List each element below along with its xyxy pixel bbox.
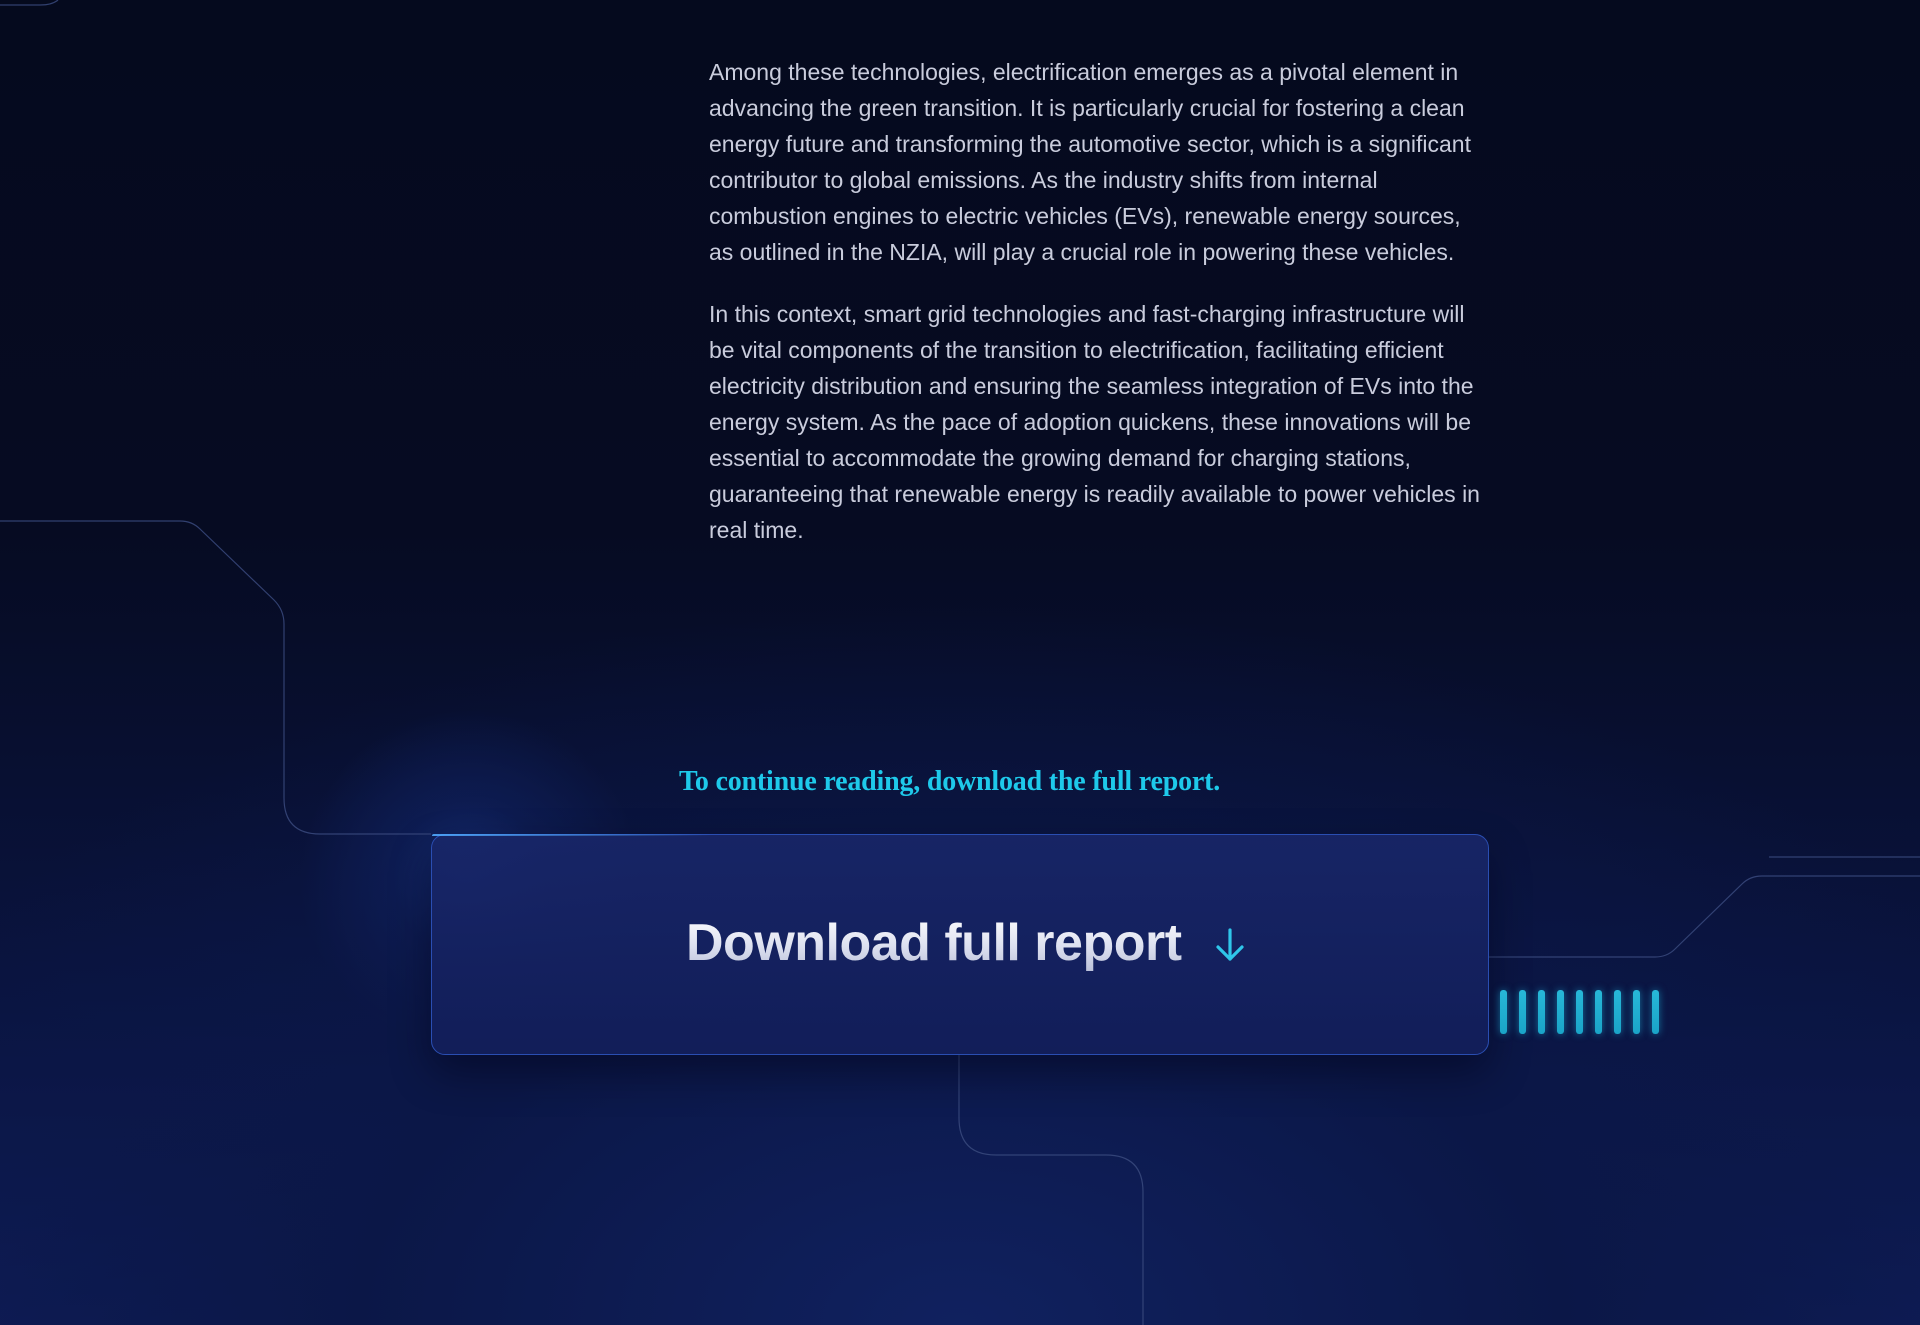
article-paragraph: Among these technologies, electrificatio… xyxy=(709,59,1471,265)
download-report-button[interactable]: Download full report xyxy=(431,834,1489,1055)
indicator-bar xyxy=(1576,990,1583,1034)
article-paragraph: In this context, smart grid technologies… xyxy=(709,301,1480,543)
download-report-label: Download full report xyxy=(686,914,1182,972)
indicator-bar xyxy=(1538,990,1545,1034)
indicator-bar xyxy=(1652,990,1659,1034)
indicator-bar xyxy=(1519,990,1526,1034)
indicator-bar xyxy=(1633,990,1640,1034)
indicator-bar xyxy=(1595,990,1602,1034)
article-body: Among these technologies, electrificatio… xyxy=(709,54,1489,574)
indicator-bar xyxy=(1614,990,1621,1034)
indicator-bar xyxy=(1500,990,1507,1034)
charging-indicator-bars xyxy=(1500,990,1659,1034)
indicator-bar xyxy=(1557,990,1564,1034)
continue-reading-prompt: To continue reading, download the full r… xyxy=(679,766,1221,797)
arrow-down-icon xyxy=(1216,928,1244,961)
